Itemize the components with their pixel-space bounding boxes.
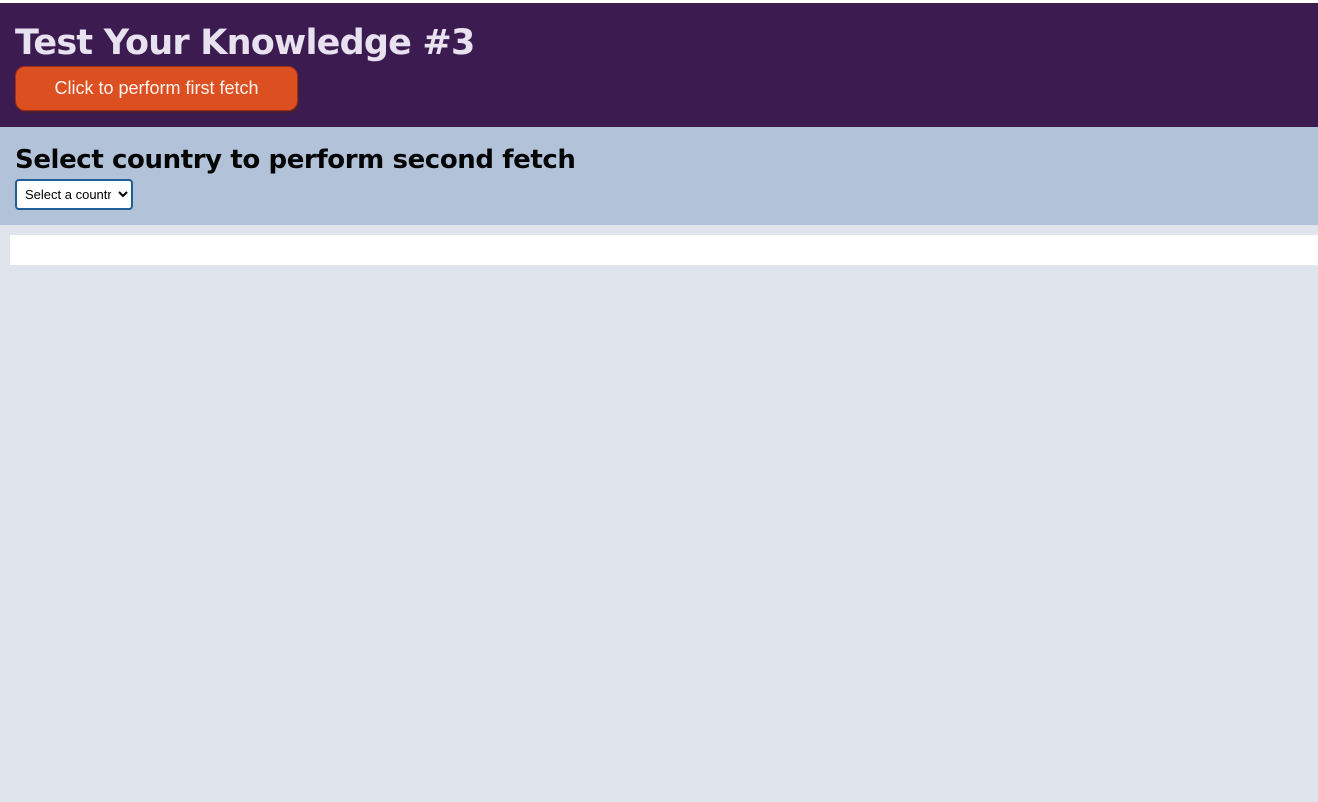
first-fetch-button[interactable]: Click to perform first fetch bbox=[15, 66, 298, 111]
results-panel bbox=[10, 235, 1318, 265]
country-select[interactable]: Select a country bbox=[15, 179, 133, 210]
page: Test Your Knowledge #3 Click to perform … bbox=[0, 0, 1318, 802]
second-fetch-heading: Select country to perform second fetch bbox=[15, 145, 576, 175]
page-title: Test Your Knowledge #3 bbox=[15, 23, 475, 63]
country-selection-section: Select country to perform second fetch S… bbox=[0, 127, 1318, 225]
page-header: Test Your Knowledge #3 Click to perform … bbox=[0, 3, 1318, 127]
